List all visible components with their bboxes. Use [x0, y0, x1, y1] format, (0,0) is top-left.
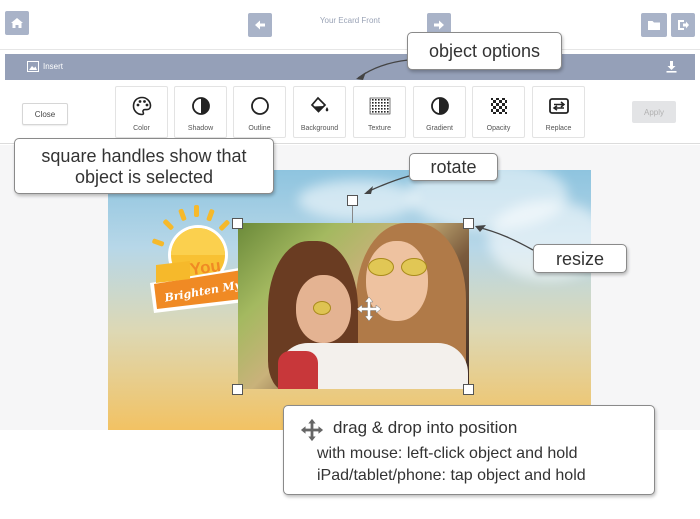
tool-label: Background — [300, 125, 339, 132]
home-icon — [11, 18, 23, 28]
palette-icon — [131, 95, 153, 117]
home-button[interactable] — [5, 11, 29, 35]
sticker-text-you: You — [188, 255, 222, 280]
shadow-icon — [190, 95, 212, 117]
rotate-handle[interactable] — [347, 195, 358, 206]
tool-gradient[interactable]: Gradient — [413, 86, 466, 138]
callout-text: square handles show that — [41, 146, 247, 166]
sticker-image[interactable]: You Brighten My — [150, 205, 245, 320]
callout-text: object options — [428, 41, 541, 61]
exit-icon — [678, 20, 689, 30]
tool-outline[interactable]: Outline — [233, 86, 286, 138]
download-icon[interactable] — [666, 61, 677, 73]
drag-mouse-instructions: with mouse: left-click object and hold — [317, 445, 578, 462]
open-folder-button[interactable] — [641, 13, 667, 37]
tool-replace[interactable]: Replace — [532, 86, 585, 138]
folder-icon — [648, 21, 660, 30]
tool-label: Color — [133, 125, 150, 132]
callout-text: resize — [555, 249, 604, 269]
texture-icon — [369, 95, 391, 117]
tool-opacity[interactable]: Opacity — [472, 86, 525, 138]
resize-handle-bottom-left[interactable] — [232, 384, 243, 395]
tool-texture[interactable]: Texture — [353, 86, 406, 138]
insert-menu[interactable]: Insert — [43, 62, 63, 71]
move-cursor-icon — [356, 296, 382, 322]
selected-photo[interactable] — [238, 223, 469, 389]
callout-text: rotate — [430, 157, 477, 177]
drag-title: drag & drop into position — [333, 418, 518, 437]
paint-bucket-icon — [309, 95, 331, 117]
apply-button[interactable]: Apply — [632, 101, 676, 123]
replace-icon — [548, 95, 570, 117]
forward-arrow-icon — [434, 20, 444, 30]
resize-handle-bottom-right[interactable] — [463, 384, 474, 395]
close-button[interactable]: Close — [22, 103, 68, 125]
tool-label: Outline — [248, 125, 271, 132]
insert-bar: Insert — [5, 54, 695, 80]
page-title: Your Ecard Front — [319, 16, 381, 25]
move-arrows-icon — [300, 418, 324, 442]
resize-handle-top-left[interactable] — [232, 218, 243, 229]
tool-label: Opacity — [486, 125, 511, 132]
exit-button[interactable] — [671, 13, 695, 37]
outline-circle-icon — [249, 95, 271, 117]
tool-background[interactable]: Background — [293, 86, 346, 138]
tool-label: Replace — [545, 125, 572, 132]
tool-label: Texture — [368, 125, 391, 132]
object-toolbar: Close Color Shadow Outline Background Te… — [0, 82, 700, 144]
callout-text: object is selected — [74, 167, 214, 187]
tool-color[interactable]: Color — [115, 86, 168, 138]
tool-label: Shadow — [187, 125, 214, 132]
top-bar: Your Ecard Front — [0, 0, 700, 50]
gradient-icon — [429, 95, 451, 117]
callout-rotate: rotate — [409, 153, 498, 181]
drag-touch-instructions: iPad/tablet/phone: tap object and hold — [317, 467, 586, 484]
callout-handles: square handles show that object is selec… — [14, 138, 274, 194]
back-arrow-icon — [255, 20, 265, 30]
tool-shadow[interactable]: Shadow — [174, 86, 227, 138]
image-icon — [27, 61, 39, 72]
previous-button[interactable] — [248, 13, 272, 37]
callout-drag-drop: drag & drop into position with mouse: le… — [283, 405, 655, 495]
tool-label: Gradient — [426, 125, 453, 132]
callout-resize: resize — [533, 244, 627, 273]
checkerboard-icon — [488, 95, 510, 117]
callout-object-options: object options — [407, 32, 562, 70]
rotate-connector — [352, 206, 353, 223]
resize-handle-top-right[interactable] — [463, 218, 474, 229]
